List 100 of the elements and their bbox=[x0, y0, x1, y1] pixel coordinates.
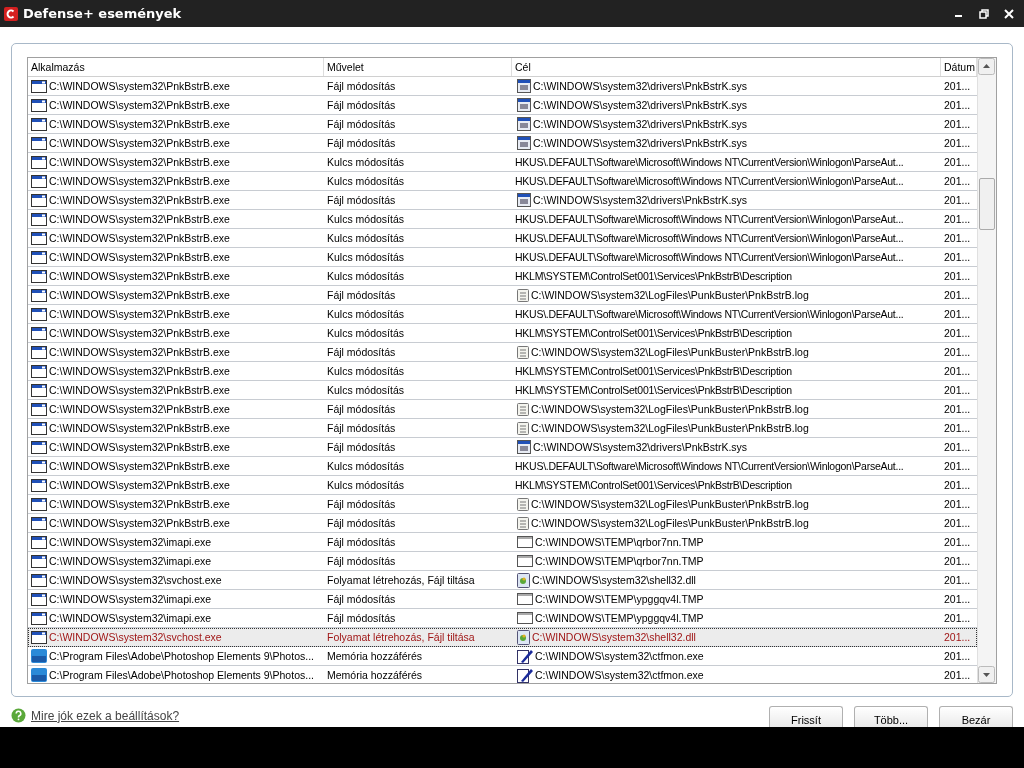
date-text: 201... bbox=[944, 631, 971, 643]
table-row[interactable]: C:\WINDOWS\system32\PnkBstrB.exe Fájl módosítás C:\WINDOWS\system32\LogFiles\PunkBuster\PnkBstrB.log 201... bbox=[28, 495, 977, 514]
table-row[interactable]: C:\WINDOWS\system32\PnkBstrB.exe Fájl módosítás C:\WINDOWS\system32\drivers\PnkBstrK.sys 201... bbox=[28, 115, 977, 134]
table-row[interactable]: C:\WINDOWS\system32\PnkBstrB.exe Fájl módosítás C:\WINDOWS\system32\LogFiles\PunkBuster\PnkBstrB.log 201... bbox=[28, 400, 977, 419]
table-row[interactable]: C:\WINDOWS\system32\PnkBstrB.exe Kulcs módosítás HKUS\.DEFAULT\Software\Microsoft\Windows NT\CurrentVersion\Winlogon\ParseAut... 201... bbox=[28, 305, 977, 324]
date-text: 201... bbox=[944, 384, 971, 396]
date-text: 201... bbox=[944, 156, 971, 168]
table-row[interactable]: C:\WINDOWS\system32\PnkBstrB.exe Kulcs módosítás HKLM\SYSTEM\ControlSet001\Services\PnkBstrB\Description 201... bbox=[28, 381, 977, 400]
window-icon bbox=[517, 536, 533, 548]
help-link[interactable]: Mire jók ezek a beállítások? bbox=[31, 708, 180, 723]
application-path: C:\WINDOWS\system32\PnkBstrB.exe bbox=[49, 175, 230, 187]
window-icon bbox=[31, 345, 47, 359]
window-icon bbox=[31, 193, 47, 207]
target-path: C:\WINDOWS\system32\drivers\PnkBstrK.sys bbox=[533, 80, 748, 92]
application-path: C:\WINDOWS\system32\svchost.exe bbox=[49, 574, 222, 586]
target-path: C:\WINDOWS\system32\shell32.dll bbox=[532, 574, 696, 586]
table-row[interactable]: C:\WINDOWS\system32\PnkBstrB.exe Fájl módosítás C:\WINDOWS\system32\LogFiles\PunkBuster\PnkBstrB.log 201... bbox=[28, 514, 977, 533]
notepad-icon bbox=[517, 288, 529, 302]
table-row[interactable]: C:\WINDOWS\system32\PnkBstrB.exe Kulcs módosítás HKUS\.DEFAULT\Software\Microsoft\Windows NT\CurrentVersion\Winlogon\ParseAut... 201... bbox=[28, 457, 977, 476]
window-icon bbox=[31, 212, 47, 226]
dialog-button[interactable]: Frissít bbox=[769, 706, 843, 727]
action-text: Fájl módosítás bbox=[327, 118, 396, 130]
dialog-button[interactable]: Bezár bbox=[939, 706, 1013, 727]
action-text: Kulcs módosítás bbox=[327, 270, 405, 282]
scroll-down-icon[interactable] bbox=[978, 666, 995, 683]
window-icon bbox=[31, 535, 47, 549]
application-path: C:\WINDOWS\system32\PnkBstrB.exe bbox=[49, 517, 230, 529]
table-row[interactable]: C:\WINDOWS\system32\PnkBstrB.exe Fájl módosítás C:\WINDOWS\system32\drivers\PnkBstrK.sys 201... bbox=[28, 438, 977, 457]
table-row[interactable]: C:\Program Files\Adobe\Photoshop Elements 9\Photos... Memória hozzáférés C:\WINDOWS\system32\ctfmon.exe 201... bbox=[28, 647, 977, 666]
table-row[interactable]: C:\WINDOWS\system32\PnkBstrB.exe Fájl módosítás C:\WINDOWS\system32\LogFiles\PunkBuster\PnkBstrB.log 201... bbox=[28, 343, 977, 362]
window-icon bbox=[31, 573, 47, 587]
date-text: 201... bbox=[944, 517, 971, 529]
scrollbar[interactable] bbox=[977, 58, 996, 683]
column-header[interactable]: Művelet bbox=[324, 58, 512, 76]
date-text: 201... bbox=[944, 669, 971, 681]
application-path: C:\Program Files\Adobe\Photoshop Elements 9\Photos... bbox=[49, 650, 314, 662]
action-text: Fájl módosítás bbox=[327, 194, 396, 206]
scroll-up-icon[interactable] bbox=[978, 58, 995, 75]
table-row[interactable]: C:\WINDOWS\system32\PnkBstrB.exe Kulcs módosítás HKLM\SYSTEM\ControlSet001\Services\PnkBstrB\Description 201... bbox=[28, 362, 977, 381]
application-path: C:\WINDOWS\system32\PnkBstrB.exe bbox=[49, 213, 230, 225]
table-row[interactable]: C:\WINDOWS\system32\PnkBstrB.exe Kulcs módosítás HKUS\.DEFAULT\Software\Microsoft\Windows NT\CurrentVersion\Winlogon\ParseAut... 201... bbox=[28, 229, 977, 248]
target-path: HKLM\SYSTEM\ControlSet001\Services\PnkBstrB\Description bbox=[515, 270, 792, 282]
action-text: Fájl módosítás bbox=[327, 99, 396, 111]
table-row[interactable]: C:\WINDOWS\system32\PnkBstrB.exe Fájl módosítás C:\WINDOWS\system32\LogFiles\PunkBuster\PnkBstrB.log 201... bbox=[28, 286, 977, 305]
table-row[interactable]: C:\WINDOWS\system32\PnkBstrB.exe Kulcs módosítás HKLM\SYSTEM\ControlSet001\Services\PnkBstrB\Description 201... bbox=[28, 267, 977, 286]
date-text: 201... bbox=[944, 327, 971, 339]
table-row[interactable]: C:\WINDOWS\system32\PnkBstrB.exe Kulcs módosítás HKLM\SYSTEM\ControlSet001\Services\PnkBstrB\Description 201... bbox=[28, 324, 977, 343]
application-path: C:\WINDOWS\system32\PnkBstrB.exe bbox=[49, 194, 230, 206]
table-row[interactable]: C:\WINDOWS\system32\PnkBstrB.exe Fájl módosítás C:\WINDOWS\system32\LogFiles\PunkBuster\PnkBstrB.log 201... bbox=[28, 419, 977, 438]
date-text: 201... bbox=[944, 137, 971, 149]
table-row[interactable]: C:\WINDOWS\system32\imapi.exe Fájl módosítás C:\WINDOWS\TEMP\qrbor7nn.TMP 201... bbox=[28, 552, 977, 571]
action-text: Kulcs módosítás bbox=[327, 156, 405, 168]
table-row[interactable]: C:\WINDOWS\system32\PnkBstrB.exe Fájl módosítás C:\WINDOWS\system32\drivers\PnkBstrK.sys 201... bbox=[28, 134, 977, 153]
table-row[interactable]: C:\WINDOWS\system32\PnkBstrB.exe Kulcs módosítás HKUS\.DEFAULT\Software\Microsoft\Windows NT\CurrentVersion\Winlogon\ParseAut... 201... bbox=[28, 210, 977, 229]
date-text: 201... bbox=[944, 194, 971, 206]
table-row[interactable]: C:\WINDOWS\system32\PnkBstrB.exe Kulcs módosítás HKUS\.DEFAULT\Software\Microsoft\Windows NT\CurrentVersion\Winlogon\ParseAut... 201... bbox=[28, 172, 977, 191]
table-row[interactable]: C:\WINDOWS\system32\svchost.exe Folyamat létrehozás, Fájl tiltása C:\WINDOWS\system32\shell32.dll 201... bbox=[28, 628, 977, 647]
action-text: Kulcs módosítás bbox=[327, 308, 405, 320]
application-path: C:\WINDOWS\system32\PnkBstrB.exe bbox=[49, 365, 230, 377]
table-row[interactable]: C:\WINDOWS\system32\PnkBstrB.exe Kulcs módosítás HKLM\SYSTEM\ControlSet001\Services\PnkBstrB\Description 201... bbox=[28, 476, 977, 495]
application-path: C:\Program Files\Adobe\Photoshop Elements 9\Photos... bbox=[49, 669, 314, 681]
window-icon bbox=[31, 630, 47, 644]
target-path: HKUS\.DEFAULT\Software\Microsoft\Windows NT\CurrentVersion\Winlogon\ParseAut... bbox=[515, 232, 904, 244]
table-row[interactable]: C:\WINDOWS\system32\PnkBstrB.exe Fájl módosítás C:\WINDOWS\system32\drivers\PnkBstrK.sys 201... bbox=[28, 96, 977, 115]
date-text: 201... bbox=[944, 80, 971, 92]
pen-icon bbox=[517, 648, 533, 664]
action-text: Kulcs módosítás bbox=[327, 232, 405, 244]
target-path: C:\WINDOWS\system32\ctfmon.exe bbox=[535, 650, 704, 662]
application-path: C:\WINDOWS\system32\PnkBstrB.exe bbox=[49, 232, 230, 244]
notepad-icon bbox=[517, 345, 529, 359]
target-path: HKUS\.DEFAULT\Software\Microsoft\Windows NT\CurrentVersion\Winlogon\ParseAut... bbox=[515, 156, 904, 168]
table-row[interactable]: C:\WINDOWS\system32\imapi.exe Fájl módosítás C:\WINDOWS\TEMP\qrbor7nn.TMP 201... bbox=[28, 533, 977, 552]
window-title: Defense+ események bbox=[23, 6, 182, 21]
column-header[interactable]: Alkalmazás bbox=[28, 58, 324, 76]
target-path: HKLM\SYSTEM\ControlSet001\Services\PnkBstrB\Description bbox=[515, 365, 792, 377]
window-icon bbox=[31, 136, 47, 150]
table-row[interactable]: C:\WINDOWS\system32\PnkBstrB.exe Fájl módosítás C:\WINDOWS\system32\drivers\PnkBstrK.sys 201... bbox=[28, 191, 977, 210]
action-text: Fájl módosítás bbox=[327, 422, 396, 434]
system-file-icon bbox=[517, 117, 531, 131]
dialog-button[interactable]: Több... bbox=[854, 706, 928, 727]
date-text: 201... bbox=[944, 460, 971, 472]
table-row[interactable]: C:\WINDOWS\system32\PnkBstrB.exe Fájl módosítás C:\WINDOWS\system32\drivers\PnkBstrK.sys 201... bbox=[28, 77, 977, 96]
table-row[interactable]: C:\WINDOWS\system32\imapi.exe Fájl módosítás C:\WINDOWS\TEMP\ypggqv4l.TMP 201... bbox=[28, 590, 977, 609]
application-path: C:\WINDOWS\system32\PnkBstrB.exe bbox=[49, 479, 230, 491]
target-path: C:\WINDOWS\system32\drivers\PnkBstrK.sys bbox=[533, 194, 748, 206]
table-row[interactable]: C:\WINDOWS\system32\PnkBstrB.exe Kulcs módosítás HKUS\.DEFAULT\Software\Microsoft\Windows NT\CurrentVersion\Winlogon\ParseAut... 201... bbox=[28, 153, 977, 172]
column-header[interactable]: Cél bbox=[512, 58, 941, 76]
table-row[interactable]: C:\WINDOWS\system32\svchost.exe Folyamat létrehozás, Fájl tiltása C:\WINDOWS\system32\shell32.dll 201... bbox=[28, 571, 977, 590]
restore-icon[interactable] bbox=[979, 8, 989, 19]
table-row[interactable]: C:\WINDOWS\system32\PnkBstrB.exe Kulcs módosítás HKUS\.DEFAULT\Software\Microsoft\Windows NT\CurrentVersion\Winlogon\ParseAut... 201... bbox=[28, 248, 977, 267]
close-icon[interactable] bbox=[1004, 8, 1014, 19]
scroll-thumb[interactable] bbox=[979, 178, 995, 230]
help-icon bbox=[11, 708, 26, 723]
date-text: 201... bbox=[944, 251, 971, 263]
date-text: 201... bbox=[944, 308, 971, 320]
application-path: C:\WINDOWS\system32\svchost.exe bbox=[49, 631, 222, 643]
date-text: 201... bbox=[944, 289, 971, 301]
date-text: 201... bbox=[944, 118, 971, 130]
action-text: Fájl módosítás bbox=[327, 289, 396, 301]
table-row[interactable]: C:\Program Files\Adobe\Photoshop Elements 9\Photos... Memória hozzáférés C:\WINDOWS\system32\ctfmon.exe 201... bbox=[28, 666, 977, 683]
